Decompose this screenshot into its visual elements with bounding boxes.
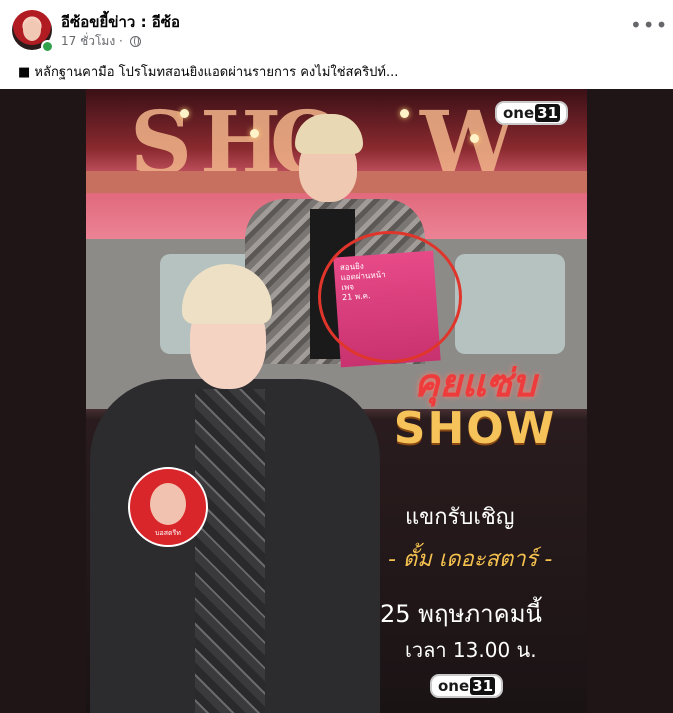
- show-title: คุยแซ่บ SHOW: [370, 361, 580, 453]
- globe-icon: [129, 36, 141, 47]
- guest-name: - ตั้ม เดอะสตาร์ -: [388, 547, 553, 572]
- post-caption: ■ หลักฐานคามือ โปรโมทสอนยิงแอดผ่านรายการ…: [18, 65, 399, 80]
- channel-logo-text: one: [438, 677, 470, 695]
- show-title-thai: คุยแซ่บ: [413, 361, 537, 405]
- host-hair: [295, 114, 363, 154]
- post-meta: 17 ชั่วโมง ·: [61, 32, 141, 51]
- channel-logo-top: one 31: [495, 101, 569, 125]
- post-header: อีซ้อขยี้ข่าว : อีซ้อ 17 ชั่วโมง · •••: [0, 0, 673, 58]
- online-status-icon: [41, 40, 54, 53]
- air-time: เวลา 13.00 น.: [405, 638, 537, 662]
- avatar-face: [23, 19, 41, 41]
- channel-logo-bottom: one 31: [430, 674, 504, 698]
- air-date: 25 พฤษภาคมนี้: [380, 600, 542, 628]
- channel-logo-num: 31: [535, 104, 561, 122]
- show-title-show: SHOW: [393, 403, 557, 454]
- channel-logo-text: one: [503, 104, 535, 122]
- sticker-text: บอสตรีท: [155, 529, 181, 537]
- post-time[interactable]: 17 ชั่วโมง ·: [61, 34, 123, 48]
- sticker-face: [150, 483, 186, 525]
- guest-hair: [182, 264, 272, 324]
- light-bulb: [470, 134, 479, 143]
- more-options-button[interactable]: •••: [630, 15, 667, 40]
- invite-text: แขกรับเชิญ: [405, 505, 515, 530]
- channel-logo-num: 31: [470, 677, 496, 695]
- author-name[interactable]: อีซ้อขยี้ข่าว : อีซ้อ: [61, 10, 180, 34]
- watermark-sticker: บอสตรีท: [128, 467, 208, 547]
- light-bulb: [180, 109, 189, 118]
- couch-pillow: [455, 254, 565, 354]
- guest-shirt: [195, 389, 265, 713]
- post-image[interactable]: S H O W สอนยิง แอดผ่านหน้า เพจ 21 พ.ค. o…: [0, 89, 673, 713]
